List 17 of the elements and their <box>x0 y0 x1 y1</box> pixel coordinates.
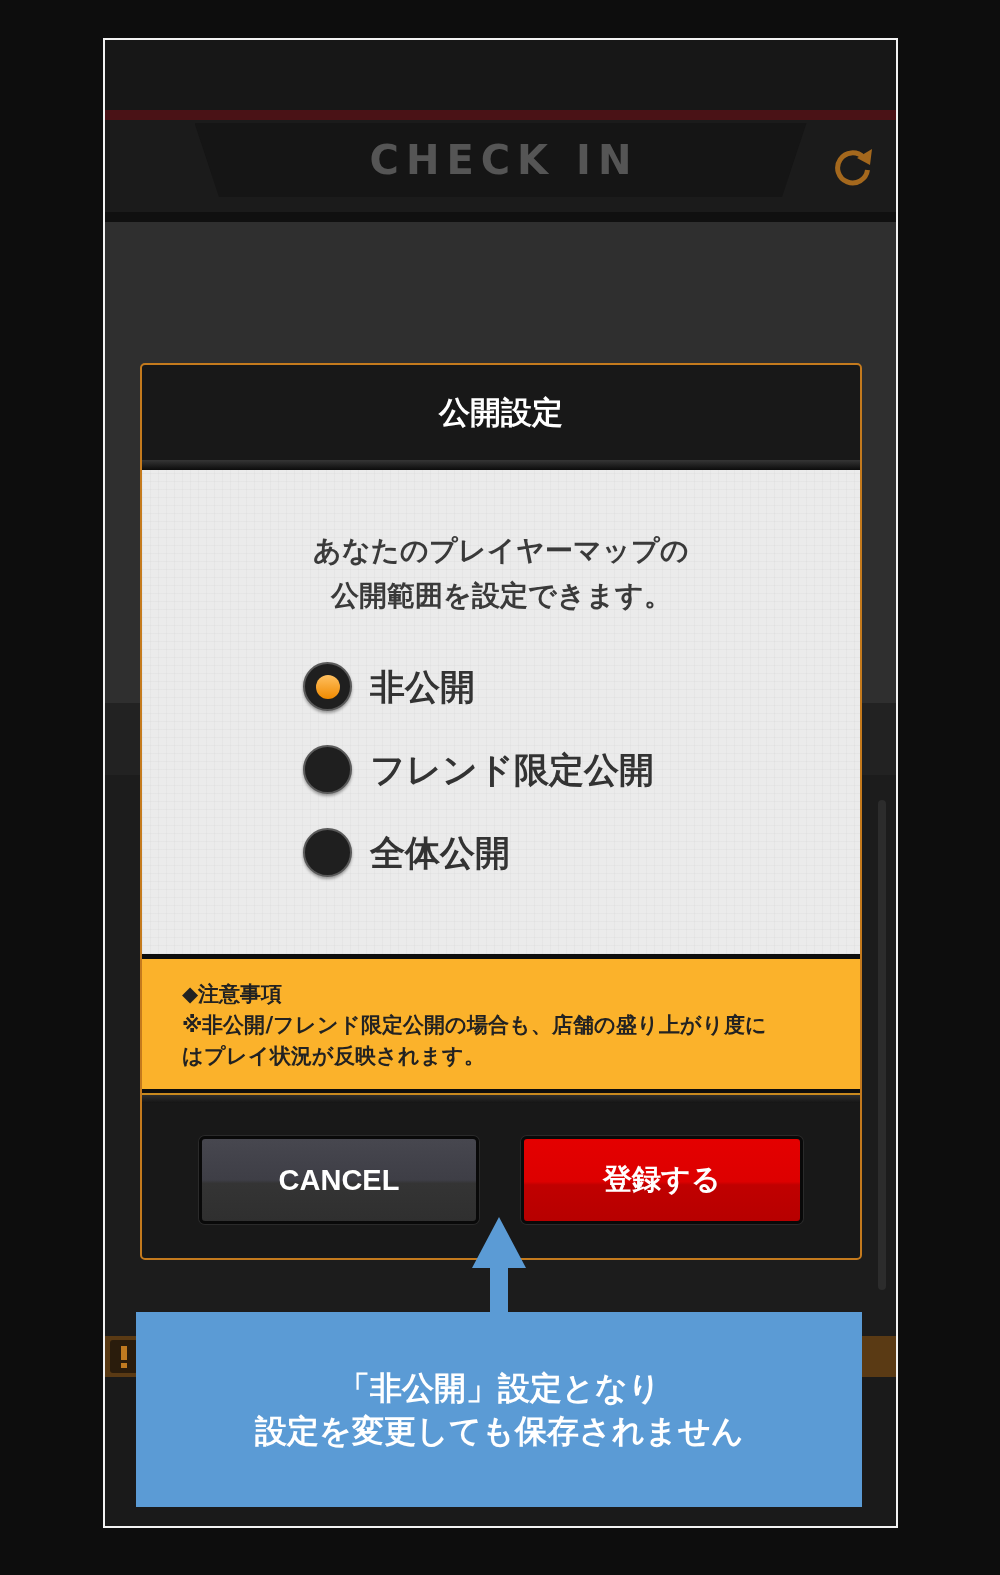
refresh-icon[interactable] <box>833 146 873 186</box>
cancel-button[interactable]: CANCEL <box>199 1136 479 1224</box>
option-label[interactable]: フレンド限定公開 <box>370 748 654 791</box>
register-button[interactable]: 登録する <box>521 1136 803 1224</box>
option-label[interactable]: 非公開 <box>370 665 475 708</box>
notice-text: ※非公開/フレンド限定公開の場合も、店舗の盛り上がり度にはプレイ状況が反映されます。 <box>182 1012 769 1070</box>
callout-text: 設定を変更しても保存されません <box>254 1410 744 1452</box>
option-label[interactable]: 全体公開 <box>370 831 510 874</box>
app-title: CHECK IN <box>368 140 639 180</box>
radio-button[interactable] <box>303 828 352 877</box>
dialog-title: 公開設定 <box>439 393 563 432</box>
description-text: あなたのプレイヤーマップの公開範囲を設定できます。 <box>312 533 690 614</box>
radio-button[interactable] <box>303 745 352 794</box>
notice-heading: ◆注意事項 <box>182 981 283 1008</box>
callout-text: 「非公開」設定となり <box>337 1367 661 1409</box>
exclamation-icon <box>110 1340 138 1373</box>
radio-button[interactable] <box>303 662 352 711</box>
